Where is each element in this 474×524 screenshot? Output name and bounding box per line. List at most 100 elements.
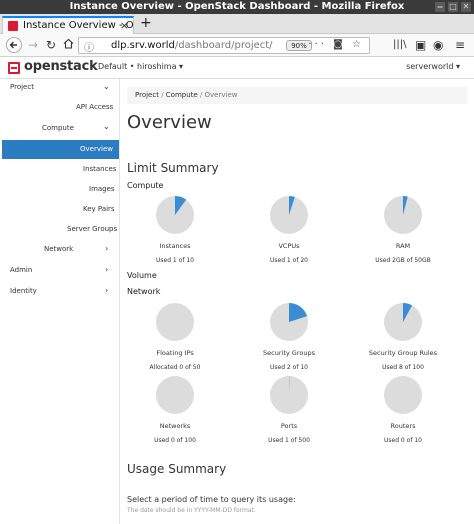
pie-chart-networks: Networks Used 0 of 100 [120,376,230,444]
sidebar-item-label: Overview [80,145,113,153]
pie-usage-label: Used 0 of 10 [384,437,422,444]
maximize-button[interactable]: □ [448,2,458,12]
forward-arrow-icon[interactable]: → [28,37,38,53]
pie-title: Security Group Rules [368,349,438,357]
sidebar-item-instances[interactable]: Instances [83,165,116,173]
chevron-down-icon[interactable]: ⌄ [103,122,110,131]
limit-summary-heading: Limit Summary [127,161,219,175]
pie-chart-instances: Instances Used 1 of 10 [120,196,230,264]
close-window-button[interactable]: ✕ [461,2,471,12]
chevron-right-icon[interactable]: › [105,244,108,253]
pie-svg [384,303,422,341]
pie-free-slice [156,303,194,341]
sidebar-item-key-pairs[interactable]: Key Pairs [83,205,115,213]
pie-usage-label: Used 0 of 100 [154,437,196,444]
pie-svg [270,196,308,234]
project-selector[interactable]: Default • hiroshima ▾ [98,62,183,71]
breadcrumb-compute[interactable]: Compute [166,91,198,99]
pie-chart-ports: Ports Used 1 of 500 [234,376,344,444]
pie-usage-label: Used 8 of 100 [382,364,424,371]
sidebar-item-api-access[interactable]: API Access [76,103,113,111]
url-bar[interactable]: ⓘ dlp.srv.world/dashboard/project/ 90% ·… [78,37,370,54]
pie-title: Floating IPs [156,349,194,357]
browser-tab-active[interactable]: Instance Overview - Ope × [2,16,134,34]
breadcrumb: Project / Compute / Overview [127,87,467,104]
pie-title: Networks [159,422,191,430]
chevron-right-icon[interactable]: › [105,286,108,295]
chevron-down-icon[interactable]: ⌄ [103,82,110,91]
pie-usage-label: Used 1 of 500 [268,437,310,444]
tab-bar: Instance Overview - Ope × + [0,14,474,34]
pocket-icon[interactable]: ◙ [333,39,346,50]
pie-usage-label: Allocated 0 of 50 [149,364,201,371]
account-icon[interactable]: ◉ [433,37,443,53]
pie-svg [270,303,308,341]
menu-hamburger-icon[interactable]: ≡ [455,37,465,53]
page-title: Overview [127,112,212,133]
window-title: Instance Overview - OpenStack Dashboard … [69,1,405,12]
usage-prompt: Select a period of time to query its usa… [127,495,296,504]
reload-icon[interactable]: ↻ [46,37,56,53]
pie-chart-floating-ips: Floating IPs Allocated 0 of 50 [120,303,230,371]
breadcrumb-project[interactable]: Project [135,91,159,99]
sidebar-item-project[interactable]: Project [10,83,34,91]
sidebar-item-images[interactable]: Images [89,185,115,193]
pie-free-slice [384,376,422,414]
pie-free-slice [156,376,194,414]
user-menu[interactable]: serverworld ▾ [406,62,460,71]
url-host: dlp.srv.world [111,40,175,51]
pie-usage-label: Used 1 of 10 [156,257,194,264]
pie-svg [156,196,194,234]
pie-usage-label: Used 1 of 20 [270,257,308,264]
sidebar-item-identity[interactable]: Identity [10,287,37,295]
tab-title: Instance Overview - Ope [23,20,134,31]
breadcrumb-current: Overview [204,91,238,99]
pie-chart-security-group-rules: Security Group Rules Used 8 of 100 [348,303,458,371]
info-icon[interactable]: ⓘ [84,39,94,54]
pie-title: Security Groups [263,349,315,357]
sidebar-item-admin[interactable]: Admin [10,266,32,274]
pie-svg [156,376,194,414]
openstack-header: openstack Default • hiroshima ▾ serverwo… [0,57,474,79]
back-arrow-icon[interactable] [6,37,22,57]
bookmark-star-icon[interactable]: ☆ [352,39,364,50]
sidebar: Project ⌄ API Access Compute ⌄ Overview … [0,79,120,524]
library-icon[interactable]: |||\ [393,37,406,53]
pie-chart-vcpus: VCPUs Used 1 of 20 [234,196,344,264]
pie-svg [270,376,308,414]
sidebar-item-compute[interactable]: Compute [42,124,74,132]
pie-chart-security-groups: Security Groups Used 2 of 10 [234,303,344,371]
volume-heading: Volume [127,271,157,280]
sidebar-item-server-groups[interactable]: Server Groups [67,225,117,233]
main-content: Project / Compute / Overview Overview Li… [120,79,474,524]
url-text[interactable]: dlp.srv.world/dashboard/project/ [111,40,273,51]
sidebar-item-network[interactable]: Network [44,245,73,253]
minimize-button[interactable]: ‒ [435,2,445,12]
navigation-bar: → ↻ ⓘ dlp.srv.world/dashboard/project/ 9… [0,34,474,57]
pie-chart-routers: Routers Used 0 of 10 [348,376,458,444]
pie-usage-label: Used 2 of 10 [270,364,308,371]
chevron-right-icon[interactable]: › [105,265,108,274]
pie-title: Instances [159,242,191,250]
usage-hint: The date should be in YYYY-MM-DD format. [127,507,256,514]
pie-svg [384,376,422,414]
more-actions-icon[interactable]: ··· [308,39,327,50]
compute-heading: Compute [127,181,164,190]
sidebar-toggle-icon[interactable]: ▣ [415,37,426,53]
new-tab-plus-icon[interactable]: + [140,15,152,31]
pie-usage-label: Used 2GB of 50GB [375,257,431,264]
home-icon[interactable] [63,37,74,53]
openstack-logo-icon[interactable] [8,62,20,74]
pie-title: Routers [390,422,416,430]
openstack-favicon-icon [8,21,18,31]
openstack-logo-text[interactable]: openstack [24,59,98,74]
window-controls: ‒ □ ✕ [435,2,471,12]
pie-title: Ports [280,422,298,430]
close-icon[interactable]: × [120,18,129,33]
pie-title: RAM [395,242,411,250]
pie-chart-ram: RAM Used 2GB of 50GB [348,196,458,264]
sidebar-item-overview[interactable]: Overview [2,140,119,159]
pie-svg [384,196,422,234]
pie-title: VCPUs [278,242,300,250]
url-path: /dashboard/project/ [174,40,273,51]
